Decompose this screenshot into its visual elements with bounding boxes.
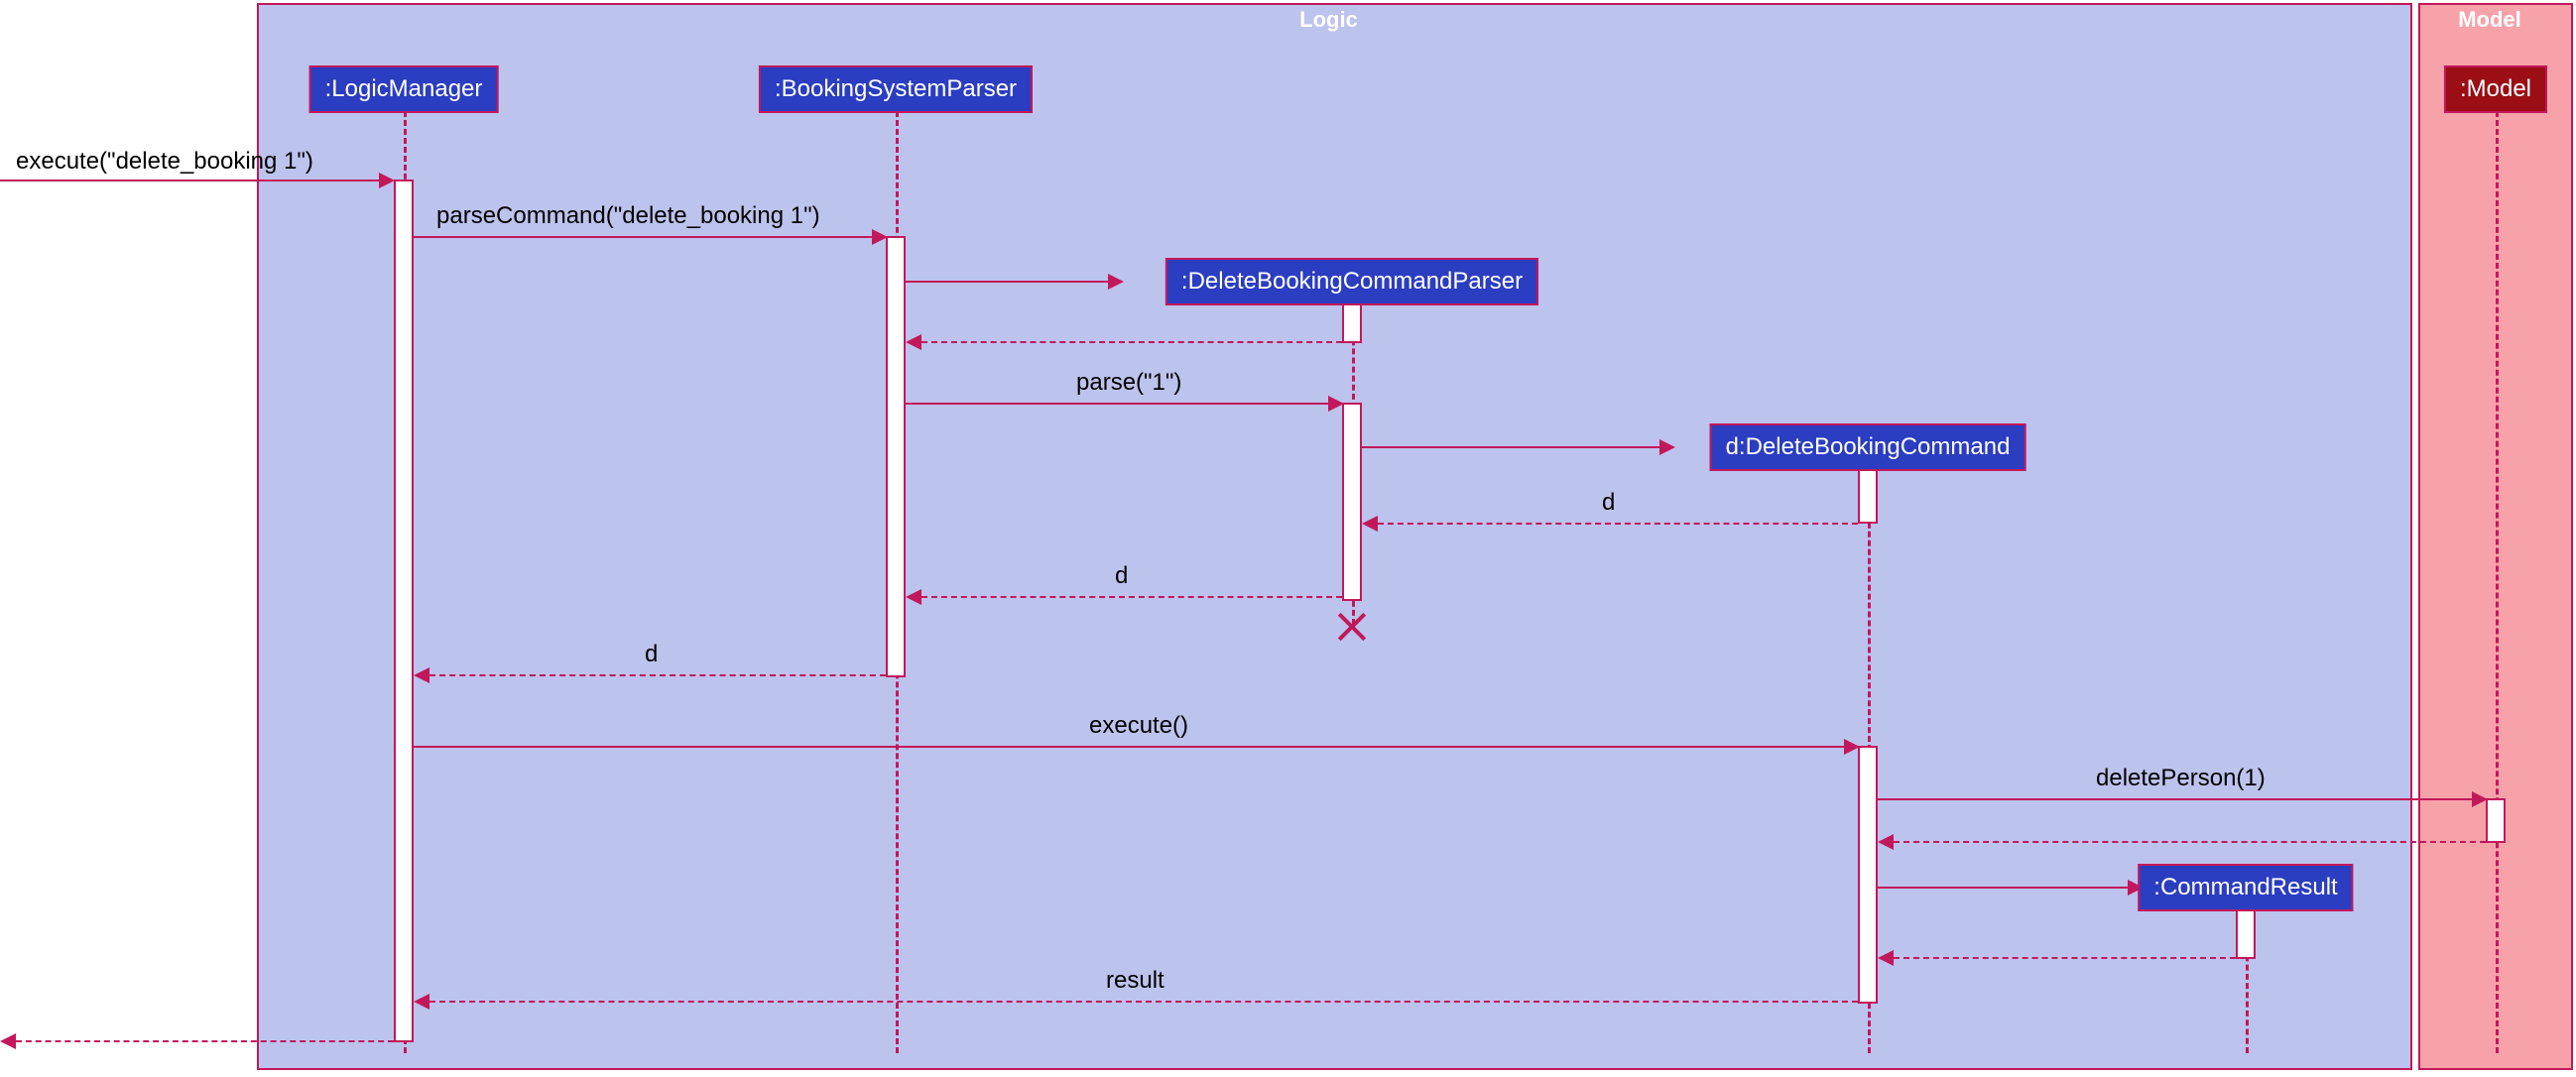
returnhead-d2 (906, 589, 921, 605)
msg-parsecommand: parseCommand("delete_booking 1") (436, 202, 820, 230)
msg-return-d2: d (1115, 562, 1128, 590)
return-deleteperson (1894, 841, 2486, 843)
activation-model (2486, 798, 2506, 843)
returnhead-create-dbcp (906, 334, 921, 350)
arrowhead-deleteperson (2472, 791, 2488, 807)
return-final (16, 1040, 394, 1042)
participant-delete-booking-command-parser: :DeleteBookingCommandParser (1165, 258, 1538, 305)
arrow-parse (906, 403, 1328, 405)
arrow-create-dbc (1362, 446, 1659, 448)
arrowhead-parsecommand (872, 229, 888, 245)
activation-logic-manager (394, 180, 414, 1042)
returnhead-final (0, 1033, 16, 1049)
arrow-create-cr (1878, 887, 2128, 889)
activation-dbcp-2 (1342, 403, 1362, 601)
msg-execute2: execute() (1089, 712, 1188, 740)
participant-delete-booking-command: d:DeleteBookingCommand (1710, 423, 2026, 471)
frame-logic-title: Logic (1288, 3, 1382, 37)
destroy-icon (1334, 609, 1370, 645)
return-create-cr (1894, 957, 2236, 959)
participant-logic-manager: :LogicManager (309, 65, 499, 113)
returnhead-result (414, 994, 429, 1010)
participant-booking-system-parser: :BookingSystemParser (759, 65, 1033, 113)
arrowhead-parse (1328, 396, 1344, 412)
arrowhead-execute1 (379, 173, 395, 188)
activation-booking-system-parser (886, 236, 906, 677)
activation-command-result (2236, 909, 2256, 959)
arrowhead-execute2 (1844, 739, 1860, 755)
msg-parse: parse("1") (1076, 369, 1181, 397)
msg-result: result (1106, 967, 1165, 995)
return-d2 (921, 596, 1342, 598)
arrow-parsecommand (414, 236, 872, 238)
arrowhead-create-dbcp (1108, 274, 1124, 290)
arrow-deleteperson (1878, 798, 2472, 800)
returnhead-d3 (414, 667, 429, 683)
msg-return-d3: d (645, 641, 658, 668)
activation-dbc-2 (1858, 746, 1878, 1004)
frame-model-title: Model (2446, 3, 2545, 37)
arrowhead-create-dbc (1659, 439, 1675, 455)
return-d3 (429, 674, 886, 676)
participant-command-result: :CommandResult (2138, 864, 2353, 911)
arrow-create-dbcp (906, 281, 1108, 283)
returnhead-create-cr (1878, 950, 1894, 966)
lifeline-model (2496, 111, 2499, 1053)
arrow-execute1 (0, 180, 379, 181)
arrow-execute2 (414, 746, 1844, 748)
return-create-dbcp (921, 341, 1342, 343)
msg-deleteperson: deletePerson(1) (2096, 765, 2266, 792)
returnhead-deleteperson (1878, 834, 1894, 850)
msg-return-d1: d (1602, 489, 1615, 517)
participant-model: :Model (2444, 65, 2547, 113)
activation-dbcp-1 (1342, 303, 1362, 343)
activation-dbc-1 (1858, 469, 1878, 524)
return-d1 (1378, 523, 1858, 525)
return-result (429, 1001, 1858, 1003)
returnhead-d1 (1362, 516, 1378, 532)
msg-execute1: execute("delete_booking 1") (16, 148, 313, 176)
frame-logic: Logic (257, 3, 2412, 1070)
